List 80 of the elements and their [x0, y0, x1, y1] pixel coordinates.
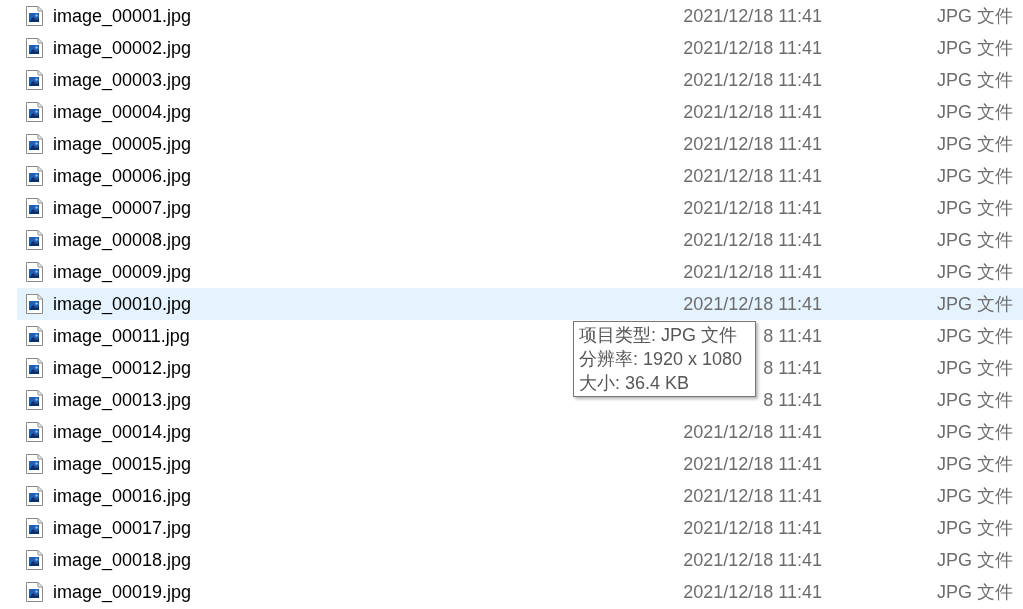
file-type: JPG 文件	[937, 516, 1013, 540]
image-file-icon	[26, 550, 43, 570]
date-modified: 2021/12/18 11:41	[683, 196, 822, 220]
file-type: JPG 文件	[937, 484, 1013, 508]
file-name: image_00015.jpg	[53, 452, 192, 477]
image-file-icon	[26, 70, 43, 90]
image-file-icon	[26, 486, 43, 506]
image-file-icon	[26, 582, 43, 602]
file-name: image_00018.jpg	[53, 548, 192, 573]
image-file-icon	[26, 390, 43, 410]
date-modified: 2021/12/18 11:41	[683, 36, 822, 60]
file-type: JPG 文件	[937, 324, 1013, 348]
date-modified: 2021/12/18 11:41	[683, 452, 822, 476]
file-type: JPG 文件	[937, 356, 1013, 380]
file-type: JPG 文件	[937, 420, 1013, 444]
file-row-highlight[interactable]: image_00010.jpg 2021/12/18 11:41 JPG 文件	[17, 288, 1023, 320]
file-type: JPG 文件	[937, 260, 1013, 284]
date-modified: 2021/12/18 11:41	[683, 132, 822, 156]
file-type: JPG 文件	[937, 228, 1013, 252]
date-modified: 8 11:41	[763, 324, 822, 348]
file-name: image_00017.jpg	[53, 516, 192, 541]
date-modified: 8 11:41	[763, 356, 822, 380]
file-name: image_00008.jpg	[53, 228, 192, 253]
date-modified: 2021/12/18 11:41	[683, 228, 822, 252]
file-name: image_00010.jpg	[53, 292, 192, 317]
image-file-icon	[26, 102, 43, 122]
file-type: JPG 文件	[937, 452, 1013, 476]
file-type: JPG 文件	[937, 36, 1013, 60]
file-type: JPG 文件	[937, 388, 1013, 412]
image-file-icon	[26, 166, 43, 186]
date-modified: 2021/12/18 11:41	[683, 548, 822, 572]
file-type: JPG 文件	[937, 100, 1013, 124]
image-file-icon	[26, 422, 43, 442]
file-name: image_00013.jpg	[53, 388, 192, 413]
date-modified: 2021/12/18 11:41	[683, 580, 822, 604]
file-name: image_00009.jpg	[53, 260, 192, 285]
file-type: JPG 文件	[937, 580, 1013, 604]
image-file-icon	[26, 262, 43, 282]
file-name: image_00019.jpg	[53, 580, 192, 605]
file-name: image_00012.jpg	[53, 356, 192, 381]
date-modified: 2021/12/18 11:41	[683, 292, 822, 316]
date-modified: 2021/12/18 11:41	[683, 68, 822, 92]
file-type: JPG 文件	[937, 132, 1013, 156]
image-file-icon	[26, 326, 43, 346]
file-type: JPG 文件	[937, 196, 1013, 220]
tooltip-text: 分辨率: 1920 x 1080	[579, 348, 743, 371]
date-modified: 2021/12/18 11:41	[683, 4, 822, 28]
tooltip-text: 项目类型: JPG 文件	[579, 324, 737, 347]
image-file-icon	[26, 294, 43, 314]
file-name: image_00001.jpg	[53, 4, 192, 29]
date-modified: 2021/12/18 11:41	[683, 260, 822, 284]
date-modified: 2021/12/18 11:41	[683, 484, 822, 508]
tooltip-text: 大小: 36.4 KB	[579, 372, 690, 395]
date-modified: 2021/12/18 11:41	[683, 516, 822, 540]
file-name: image_00003.jpg	[53, 68, 192, 93]
date-modified: 2021/12/18 11:41	[683, 420, 822, 444]
file-name: image_00004.jpg	[53, 100, 192, 125]
image-file-icon	[26, 198, 43, 218]
image-file-icon	[26, 358, 43, 378]
file-name: image_00014.jpg	[53, 420, 192, 445]
image-file-icon	[26, 38, 43, 58]
image-file-icon	[26, 230, 43, 250]
image-file-icon	[26, 134, 43, 154]
file-type: JPG 文件	[937, 292, 1013, 316]
file-type: JPG 文件	[937, 68, 1013, 92]
file-type: JPG 文件	[937, 4, 1013, 28]
file-type: JPG 文件	[937, 164, 1013, 188]
image-file-icon	[26, 454, 43, 474]
file-name: image_00005.jpg	[53, 132, 192, 157]
image-file-icon	[26, 518, 43, 538]
file-type: JPG 文件	[937, 548, 1013, 572]
date-modified: 2021/12/18 11:41	[683, 164, 822, 188]
file-name: image_00011.jpg	[53, 324, 190, 349]
date-modified: 8 11:41	[763, 388, 822, 412]
file-name: image_00002.jpg	[53, 36, 192, 61]
image-file-icon	[26, 6, 43, 26]
file-name: image_00007.jpg	[53, 196, 192, 221]
date-modified: 2021/12/18 11:41	[683, 100, 822, 124]
file-name: image_00016.jpg	[53, 484, 192, 509]
file-name: image_00006.jpg	[53, 164, 192, 189]
